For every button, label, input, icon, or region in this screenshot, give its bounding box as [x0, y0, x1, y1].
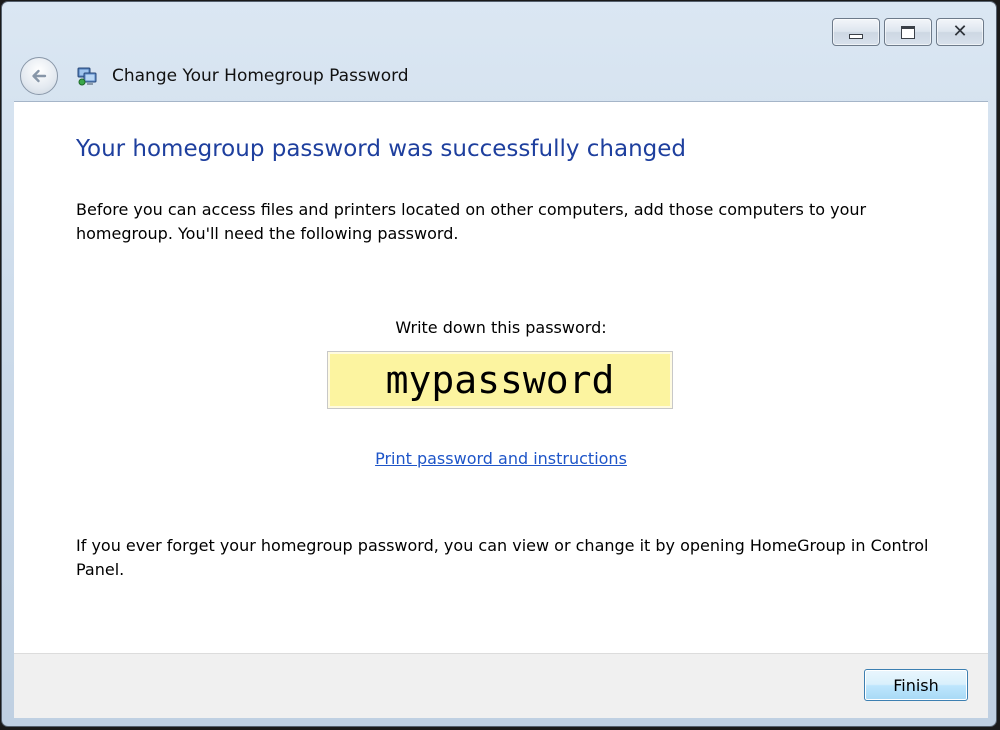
page-heading: Your homegroup password was successfully… [76, 136, 687, 162]
back-button[interactable] [20, 57, 58, 95]
window-title: Change Your Homegroup Password [112, 66, 409, 86]
minimize-icon [849, 33, 863, 39]
password-value: mypassword [385, 358, 615, 402]
homegroup-dialog-window: ✕ Change Your Homegroup Password Your ho… [1, 1, 997, 727]
minimize-button[interactable] [832, 18, 880, 46]
password-display: mypassword [327, 351, 673, 409]
print-password-link[interactable]: Print password and instructions [14, 449, 988, 468]
back-arrow-icon [32, 69, 47, 83]
content-panel: Your homegroup password was successfully… [14, 101, 988, 653]
maximize-button[interactable] [884, 18, 932, 46]
forget-password-note: If you ever forget your homegroup passwo… [76, 536, 929, 579]
homegroup-icon [77, 67, 97, 86]
caption-buttons: ✕ [832, 18, 984, 46]
command-area: Finish [14, 653, 988, 718]
close-button[interactable]: ✕ [936, 18, 984, 46]
write-down-label: Write down this password: [395, 318, 607, 337]
finish-button[interactable]: Finish [864, 669, 968, 701]
intro-text: Before you can access files and printers… [76, 200, 867, 243]
maximize-icon [901, 25, 915, 39]
close-icon: ✕ [952, 21, 968, 42]
navigation-bar: Change Your Homegroup Password [20, 54, 409, 98]
